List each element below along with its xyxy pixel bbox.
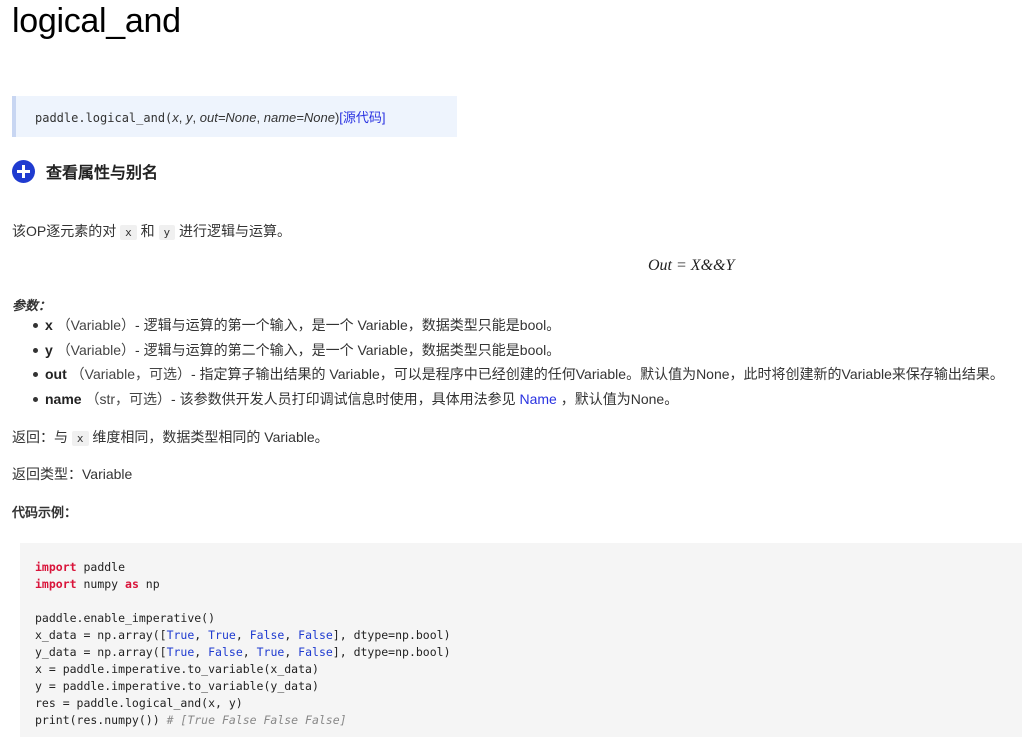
code-text: x_data = np.array([ (35, 628, 167, 642)
description-text: 进行逻辑与运算。 (175, 223, 292, 239)
code-text: , (242, 645, 257, 659)
code-keyword: import (35, 577, 77, 591)
param-desc: - 逻辑与运算的第一个输入，是一个 Variable，数据类型只能是bool。 (135, 317, 561, 333)
code-text: y_data = np.array([ (35, 645, 167, 659)
code-const: False (249, 628, 285, 642)
returns-text: 维度相同，数据类型相同的 Variable。 (88, 429, 329, 445)
param-name: out (45, 366, 67, 383)
param-item: out （Variable，可选）- 指定算子输出结果的 Variable，可以… (12, 363, 1004, 388)
code-const: True (166, 628, 195, 642)
param-name: x (45, 317, 53, 333)
code-keyword: as (125, 577, 139, 591)
param-type: （Variable） (56, 341, 136, 358)
param-desc: - 该参数供开发人员打印调试信息时使用，具体用法参见 (171, 391, 520, 408)
code-text: paddle (76, 560, 126, 574)
inline-code-x: x (120, 225, 137, 240)
param-item: x （Variable）- 逻辑与运算的第一个输入，是一个 Variable，数… (12, 314, 1004, 339)
signature-sep: , (192, 110, 200, 125)
code-line: x = paddle.imperative.to_variable(x_data… (35, 662, 319, 676)
code-const: False (298, 628, 333, 642)
code-text: , (284, 645, 299, 659)
param-type: （Variable） (56, 317, 136, 333)
params-label: 参数： (12, 298, 52, 313)
code-line: paddle.enable_imperative() (35, 611, 216, 625)
code-text: , (194, 645, 209, 659)
code-text: ], dtype=np.bool) (332, 628, 451, 642)
code-text: , (235, 628, 250, 642)
description: 该OP逐元素的对 x 和 y 进行逻辑与运算。 (12, 221, 291, 241)
code-text: ], dtype=np.bool) (332, 645, 451, 659)
aliases-toggle[interactable]: 查看属性与别名 (12, 159, 158, 183)
inline-code-y: y (158, 225, 176, 240)
code-text: , (284, 628, 299, 642)
param-name: y (45, 341, 53, 358)
page-title: logical_and (12, 2, 181, 40)
inline-code-x: x (71, 431, 89, 446)
formula: Out = X&&Y (648, 257, 735, 274)
plus-circle-icon[interactable] (12, 159, 35, 183)
example-label: 代码示例： (12, 505, 78, 520)
code-example[interactable]: import paddle import numpy as np paddle.… (20, 543, 1022, 737)
return-type: 返回类型：Variable (12, 466, 133, 482)
code-text: np (138, 577, 160, 591)
params-list: x （Variable）- 逻辑与运算的第一个输入，是一个 Variable，数… (12, 314, 1004, 413)
param-item: name （str，可选）- 该参数供开发人员打印调试信息时使用，具体用法参见 … (12, 388, 1004, 413)
param-type: （str，可选） (85, 391, 172, 408)
code-const: True (166, 645, 195, 659)
description-text: 和 (136, 223, 159, 239)
code-const: True (208, 628, 236, 642)
code-text: , (194, 628, 209, 642)
code-keyword: import (35, 560, 77, 574)
param-desc: - 逻辑与运算的第二个输入，是一个 Variable，数据类型只能是bool。 (135, 341, 561, 358)
signature-sep: , (256, 110, 264, 125)
code-text: print(res.numpy()) (35, 713, 167, 727)
signature-arg-name: name=None (263, 110, 335, 125)
aliases-toggle-label[interactable]: 查看属性与别名 (46, 159, 158, 183)
returns: 返回：与 x 维度相同，数据类型相同的 Variable。 (12, 427, 329, 447)
code-line: res = paddle.logical_and(x, y) (35, 696, 243, 710)
returns-text: 返回：与 (12, 429, 72, 445)
name-link[interactable]: Name (519, 391, 556, 407)
param-type: （Variable，可选） (70, 366, 191, 383)
param-name: name (45, 391, 82, 408)
code-comment: # [True False False False] (166, 713, 347, 727)
signature-sep: , (178, 110, 187, 125)
param-desc: ，默认值为None。 (556, 391, 679, 408)
api-signature: paddle.logical_and(x, y, out=None, name=… (12, 96, 457, 137)
param-item: y （Variable）- 逻辑与运算的第二个输入，是一个 Variable，数… (12, 339, 1004, 364)
signature-prefix: paddle.logical_and( (35, 111, 173, 125)
source-code-link[interactable]: [源代码] (339, 110, 385, 125)
code-text: numpy (76, 577, 126, 591)
code-const: False (298, 645, 333, 659)
code-const: False (208, 645, 243, 659)
description-text: 该OP逐元素的对 (12, 223, 121, 239)
param-desc: - 指定算子输出结果的 Variable，可以是程序中已经创建的任何Variab… (190, 366, 1004, 383)
code-const: True (256, 645, 285, 659)
code-line: y = paddle.imperative.to_variable(y_data… (35, 679, 319, 693)
signature-arg-out: out=None (199, 110, 257, 125)
